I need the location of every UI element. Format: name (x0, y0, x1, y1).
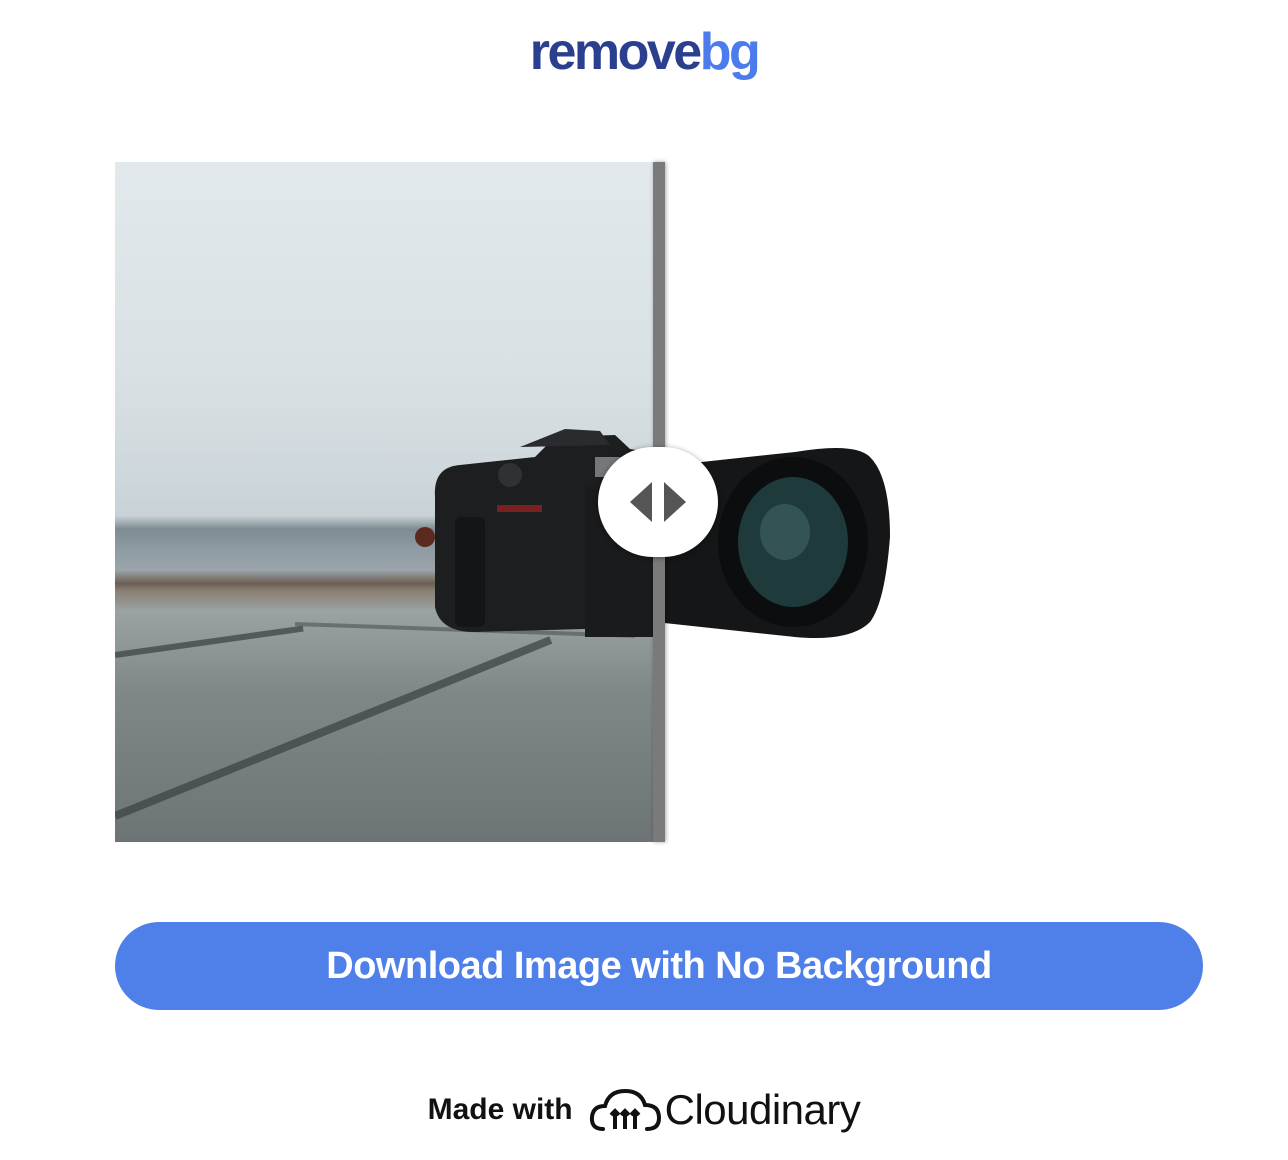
removebg-logo[interactable]: removebg (0, 20, 1288, 84)
slider-handle[interactable] (598, 447, 718, 557)
logo-text-remove: remove (529, 23, 703, 81)
cloudinary-brand: Cloudinary (589, 1085, 861, 1135)
made-with-label: Made with (427, 1093, 573, 1126)
made-with-cloudinary[interactable]: Made with Cloudinary (0, 1085, 1288, 1135)
logo-text-bg: bg (699, 23, 761, 81)
left-right-arrows-icon (630, 482, 686, 522)
cloudinary-logo-icon (589, 1088, 661, 1131)
before-after-comparison[interactable] (115, 162, 1203, 842)
download-button[interactable]: Download Image with No Background (115, 922, 1203, 1010)
cloudinary-brand-name: Cloudinary (664, 1086, 861, 1133)
